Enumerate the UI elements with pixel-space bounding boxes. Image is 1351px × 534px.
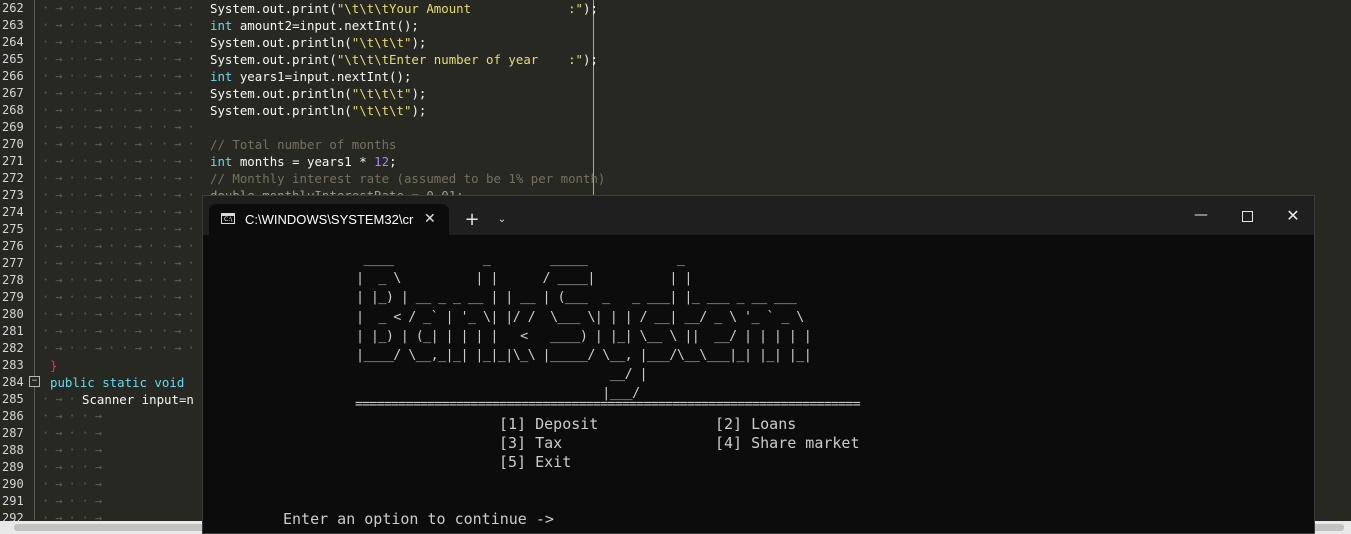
- line-number: 276: [2, 239, 24, 253]
- indent-guide: ·→··→·: [42, 477, 106, 491]
- code-line-265[interactable]: System.out.print("\t\t\tEnter number of …: [210, 51, 598, 68]
- indent-guide: ·→··→··→··→··→·: [42, 154, 202, 168]
- indent-guide: ·→··→··→··→··→·: [42, 307, 202, 321]
- indent-guide: ·→··→··→··→··→·: [42, 205, 202, 219]
- terminal-titlebar[interactable]: C:\ C:\WINDOWS\SYSTEM32\cr ✕ + ⌄ — ✕: [203, 196, 1314, 235]
- indent-guide: ·→··→··→··→··→·: [42, 341, 202, 355]
- indent-guide: ·→··→··→··→··→·: [42, 18, 202, 32]
- indent-guide: ·→··→·: [42, 409, 106, 423]
- indent-guide: ·→··→·: [42, 494, 106, 508]
- line-number: 263: [2, 18, 24, 32]
- line-number: 284: [2, 375, 24, 389]
- line-number: 264: [2, 35, 24, 49]
- code-line-263[interactable]: int amount2=input.nextInt();: [210, 17, 419, 34]
- indent-guide: ·→··→··→··→··→·: [42, 324, 202, 338]
- line-number: 272: [2, 171, 24, 185]
- input-prompt: Enter an option to continue ->: [283, 510, 554, 528]
- line-number: 287: [2, 426, 24, 440]
- indent-guide: ·→··→··→··→··→·: [42, 52, 202, 66]
- line-number: 288: [2, 443, 24, 457]
- tab-close-icon[interactable]: ✕: [424, 204, 436, 235]
- code-line-262[interactable]: System.out.print("\t\t\tYour Amount :");: [210, 0, 598, 17]
- maximize-button[interactable]: [1224, 196, 1270, 235]
- line-number: 291: [2, 494, 24, 508]
- indent-guide: ·→··→··→··→··→·: [42, 120, 202, 134]
- line-number: 286: [2, 409, 24, 423]
- code-line-268[interactable]: System.out.println("\t\t\t");: [210, 102, 426, 119]
- line-number: 281: [2, 324, 24, 338]
- indent-guide: ·→··→··→··→··→·: [42, 273, 202, 287]
- line-number-gutter: 262 263 264 265 266 267 268 269 270 271 272 273 274 2…: [0, 0, 44, 525]
- line-number: 290: [2, 477, 24, 491]
- line-number: 270: [2, 137, 24, 151]
- indent-guide: ·→··→·: [42, 511, 106, 525]
- indent-guide: ·→··→··→··→··→·: [42, 256, 202, 270]
- line-number: 279: [2, 290, 24, 304]
- code-line-284[interactable]: public static void: [50, 374, 184, 391]
- indent-guide: ·→··→··→··→··→·: [42, 86, 202, 100]
- indent-guide: ·→··→··→··→··→·: [42, 188, 202, 202]
- code-line-283[interactable]: }: [50, 357, 57, 374]
- line-number: 289: [2, 460, 24, 474]
- indent-guide: ·→··→·: [42, 460, 106, 474]
- line-number: 285: [2, 392, 24, 406]
- menu-option-share-market: [4] Share market: [715, 434, 860, 452]
- code-line-267[interactable]: System.out.println("\t\t\t");: [210, 85, 426, 102]
- code-line-266[interactable]: int years1=input.nextInt();: [210, 68, 411, 85]
- menu-option-exit: [5] Exit: [499, 453, 572, 471]
- terminal-window[interactable]: C:\ C:\WINDOWS\SYSTEM32\cr ✕ + ⌄ — ✕ ___…: [202, 195, 1315, 534]
- chevron-down-icon[interactable]: ⌄: [493, 204, 511, 235]
- indent-guide: ·→··→··→··→··→·: [42, 137, 202, 151]
- line-number: 282: [2, 341, 24, 355]
- code-line-272[interactable]: // Monthly interest rate (assumed to be …: [210, 170, 605, 187]
- terminal-tab[interactable]: C:\ C:\WINDOWS\SYSTEM32\cr ✕: [209, 204, 449, 235]
- ascii-banner: ____ _ _____ _ | _ \ | | / ____| | | | |…: [356, 252, 812, 402]
- line-number: 265: [2, 52, 24, 66]
- line-number: 271: [2, 154, 24, 168]
- code-line-270[interactable]: // Total number of months: [210, 136, 397, 153]
- indent-guide: ·→··→··→··→··→·: [42, 35, 202, 49]
- line-number: 273: [2, 188, 24, 202]
- line-number: 274: [2, 205, 24, 219]
- fold-toggle-icon[interactable]: −: [29, 376, 40, 387]
- line-number: 283: [2, 358, 24, 372]
- menu-option-tax: [3] Tax: [499, 434, 563, 452]
- line-number: 267: [2, 86, 24, 100]
- menu-option-deposit: [1] Deposit: [499, 415, 599, 433]
- tab-title: C:\WINDOWS\SYSTEM32\cr: [245, 212, 414, 227]
- line-number: 277: [2, 256, 24, 270]
- cmd-icon: C:\: [221, 213, 235, 224]
- line-number: 266: [2, 69, 24, 83]
- console-output[interactable]: ____ _ _____ _ | _ \ | | / ____| | | | |…: [203, 235, 1314, 533]
- new-tab-button[interactable]: +: [461, 204, 483, 235]
- menu-option-loans: [2] Loans: [715, 415, 797, 433]
- indent-guide: ·→··→··→··→··→·: [42, 103, 202, 117]
- code-line-273[interactable]: double monthlyInterestRate = 0.01;: [210, 187, 464, 195]
- line-number: 278: [2, 273, 24, 287]
- edge-column-guide: [593, 0, 594, 196]
- indent-guide: ·→··→·: [42, 443, 106, 457]
- code-line-285[interactable]: Scanner input=n: [82, 391, 194, 408]
- divider-rule: ========================================…: [355, 397, 861, 412]
- indent-guide: ·→··→··→··→··→·: [42, 1, 202, 15]
- fold-guide: [34, 0, 35, 520]
- indent-guide: ·→·: [42, 392, 74, 406]
- indent-guide: ·→··→··→··→··→·: [42, 239, 202, 253]
- line-number: 262: [2, 1, 24, 15]
- indent-guide: ·→··→·: [42, 426, 106, 440]
- maximize-icon: [1241, 211, 1253, 222]
- indent-guide: ·→··→··→··→··→·: [42, 290, 202, 304]
- indent-guide: ·→··→··→··→··→·: [42, 171, 202, 185]
- indent-guide: ·→··→··→··→··→·: [42, 222, 202, 236]
- close-button[interactable]: ✕: [1270, 196, 1316, 235]
- line-number: 268: [2, 103, 24, 117]
- line-number: 280: [2, 307, 24, 321]
- line-number: 269: [2, 120, 24, 134]
- code-line-264[interactable]: System.out.println("\t\t\t");: [210, 34, 426, 51]
- line-number: 275: [2, 222, 24, 236]
- minimize-button[interactable]: —: [1178, 196, 1224, 235]
- indent-guide: ·→··→··→··→··→·: [42, 69, 202, 83]
- code-line-271[interactable]: int months = years1 * 12;: [210, 153, 397, 170]
